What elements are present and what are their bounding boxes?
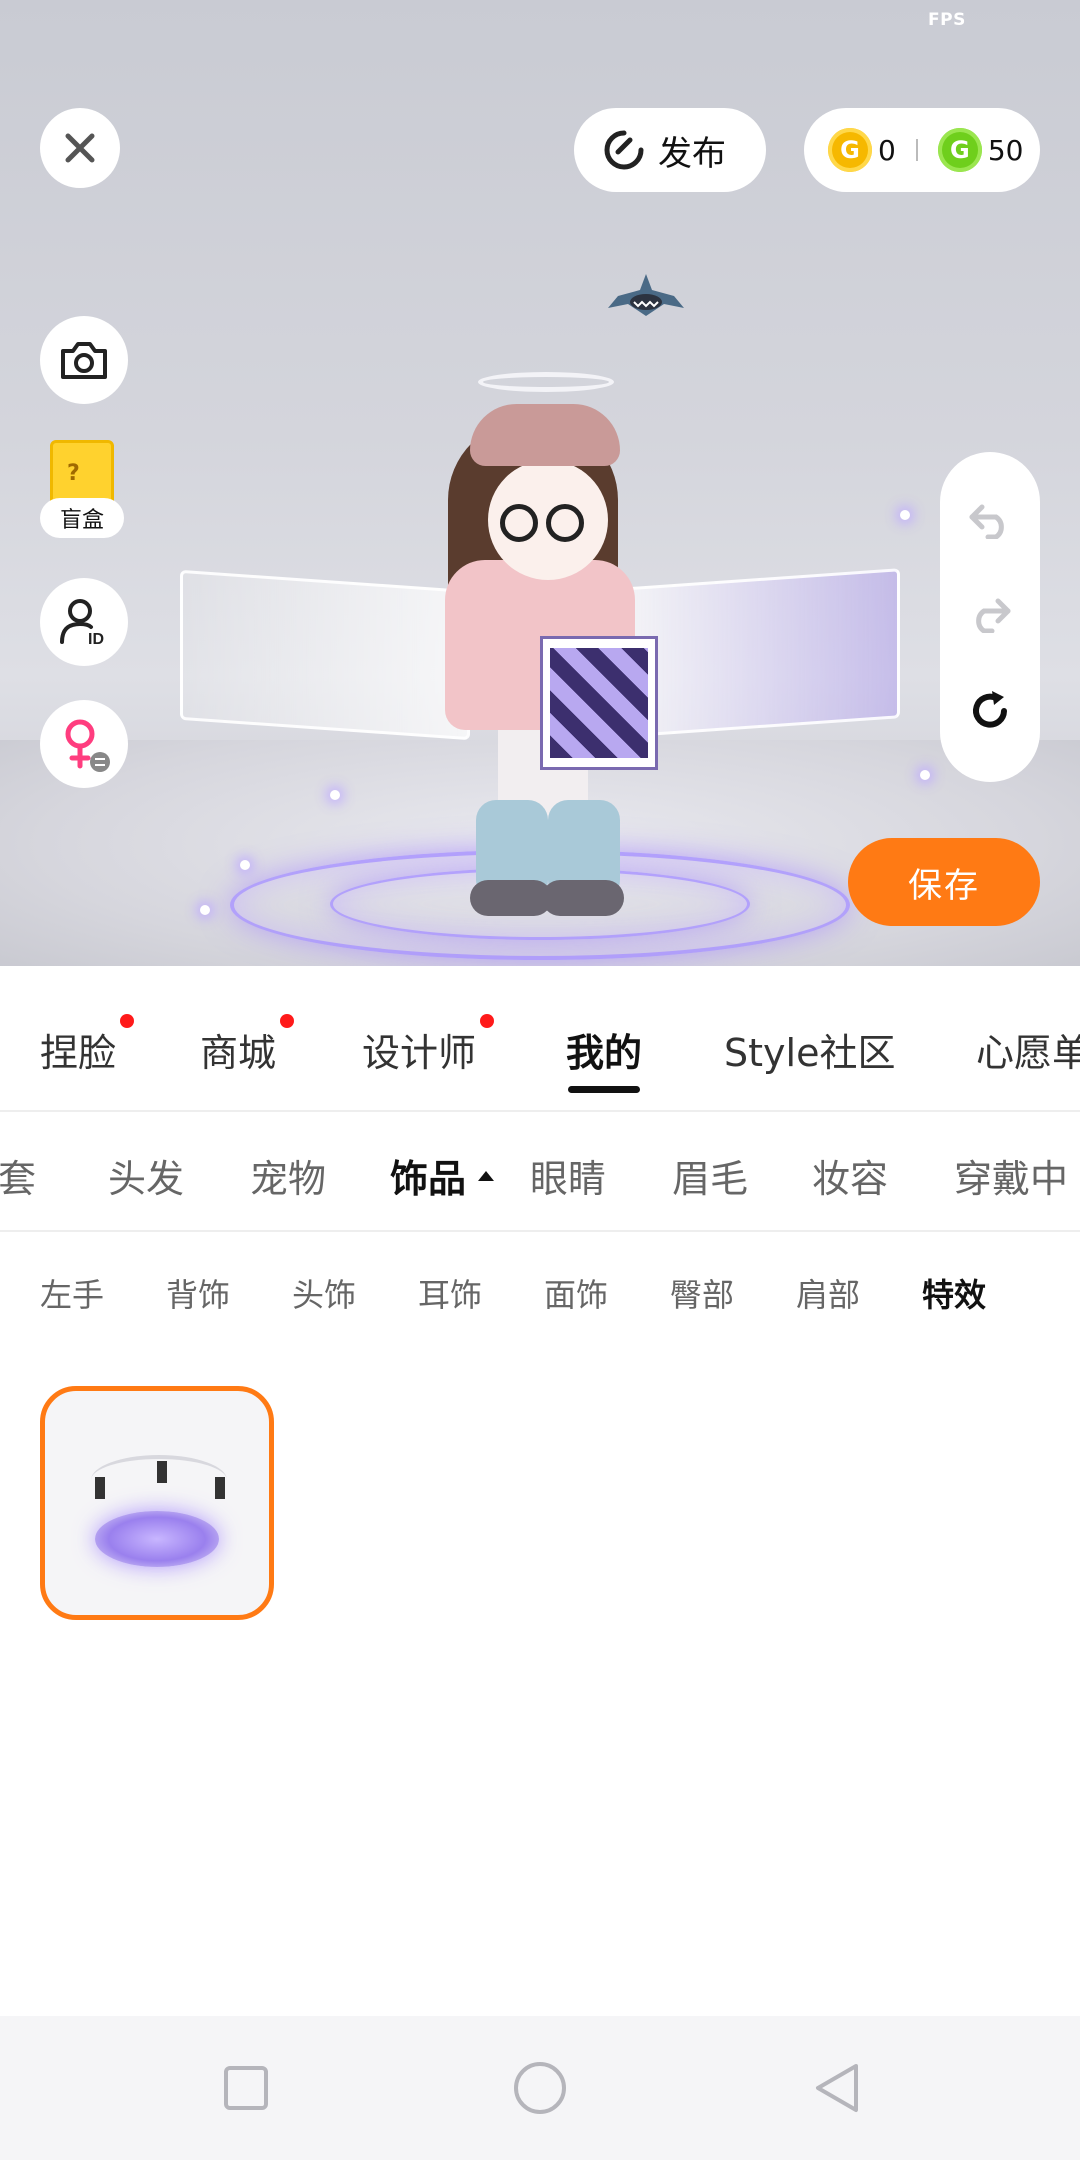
- subcategory-shoulder[interactable]: 肩部: [796, 1270, 860, 1316]
- notification-dot: [120, 1014, 135, 1028]
- subcategory-ear[interactable]: 耳饰: [418, 1270, 482, 1316]
- playing-card-pattern: [550, 648, 648, 758]
- avatar-beret: [470, 404, 620, 466]
- publish-icon: [604, 130, 644, 170]
- item-grid: [0, 1352, 1080, 2012]
- reset-icon[interactable]: [966, 687, 1014, 735]
- subcategory-hip[interactable]: 臀部: [670, 1270, 734, 1316]
- category-eyes[interactable]: 眼睛: [530, 1148, 606, 1203]
- svg-text:ID: ID: [88, 631, 104, 648]
- notification-dot: [480, 1014, 495, 1028]
- category-wearing[interactable]: 穿戴中: [954, 1148, 1068, 1203]
- currency-balance[interactable]: G 0 G 50: [804, 108, 1040, 192]
- system-nav-bar: [0, 2016, 1080, 2160]
- tab-face[interactable]: 捏脸: [40, 1014, 135, 1077]
- subcategory-left-hand[interactable]: 左手: [40, 1270, 104, 1316]
- close-button[interactable]: [40, 108, 120, 188]
- category-eyebrows[interactable]: 眉毛: [672, 1148, 748, 1203]
- sparkle: [330, 790, 340, 800]
- avatar-glasses-right: [546, 504, 584, 542]
- blindbox-label: 盲盒: [40, 498, 124, 538]
- publish-button[interactable]: 发布: [574, 108, 766, 192]
- redo-icon[interactable]: [966, 593, 1014, 633]
- item-thumbnail-glow: [95, 1511, 219, 1567]
- save-button[interactable]: 保存: [848, 838, 1040, 926]
- gender-switch-button[interactable]: [40, 700, 128, 788]
- left-wing-accessory: [180, 569, 470, 741]
- category-accessories[interactable]: 饰品: [390, 1148, 495, 1203]
- category-accessories-label: 饰品: [390, 1157, 467, 1201]
- category-hair[interactable]: 头发: [108, 1148, 184, 1203]
- item-thumbnail-post: [95, 1477, 105, 1499]
- camera-icon: [61, 342, 107, 379]
- sparkle: [200, 905, 210, 915]
- undo-icon[interactable]: [966, 499, 1014, 539]
- notification-dot: [280, 1014, 295, 1028]
- caret-up-icon: [478, 1170, 495, 1181]
- subcategory-effects[interactable]: 特效: [922, 1270, 986, 1316]
- user-id-icon: ID: [60, 599, 104, 648]
- tab-face-label: 捏脸: [40, 1031, 117, 1075]
- subcategory-face[interactable]: 面饰: [544, 1270, 608, 1316]
- recent-apps-icon[interactable]: [224, 2066, 268, 2110]
- category-bar: 手套 头发 宠物 饰品 眼睛 眉毛 妆容 穿戴中: [0, 1112, 1080, 1232]
- tab-mine-label: 我的: [566, 1031, 643, 1075]
- tab-style-community-label: Style社区: [724, 1031, 896, 1075]
- sparkle: [900, 510, 910, 520]
- home-icon[interactable]: [514, 2062, 566, 2114]
- tab-mine[interactable]: 我的: [566, 1022, 642, 1077]
- shark-pet-icon: [608, 274, 684, 316]
- item-thumbnail-post: [157, 1461, 167, 1483]
- tab-style-community[interactable]: Style社区: [724, 1022, 895, 1077]
- gold-coin-value: 0: [878, 133, 896, 167]
- green-coin-value: 50: [987, 133, 1024, 167]
- green-coin-icon: G: [937, 128, 982, 172]
- blindbox-icon: [50, 440, 114, 506]
- history-controls: [940, 452, 1040, 782]
- avatar-shoe-right: [542, 880, 624, 916]
- sparkle: [920, 770, 930, 780]
- main-tabs: 捏脸 商城 设计师 我的 Style社区 心愿单: [0, 966, 1080, 1112]
- subcategory-bar: 左手 背饰 头饰 耳饰 面饰 臀部 肩部 特效: [0, 1232, 1080, 1352]
- fps-label: FPS: [928, 10, 966, 30]
- active-tab-indicator: [568, 1086, 640, 1093]
- subcategory-back[interactable]: 背饰: [166, 1270, 230, 1316]
- tab-shop-label: 商城: [200, 1031, 277, 1075]
- sparkle: [240, 860, 250, 870]
- avatar-glasses-left: [500, 504, 538, 542]
- tab-wishlist[interactable]: 心愿单: [976, 1022, 1080, 1077]
- item-thumbnail-post: [215, 1477, 225, 1499]
- avatar-shoe-left: [470, 880, 552, 916]
- avatar-halo: [478, 372, 614, 392]
- camera-button[interactable]: [40, 316, 128, 404]
- category-pets[interactable]: 宠物: [250, 1148, 326, 1203]
- subcategory-head[interactable]: 头饰: [292, 1270, 356, 1316]
- back-icon[interactable]: [808, 2060, 864, 2116]
- tab-designer[interactable]: 设计师: [362, 1014, 495, 1077]
- category-makeup[interactable]: 妆容: [812, 1148, 888, 1203]
- gold-coin-icon: G: [828, 128, 872, 172]
- tab-shop[interactable]: 商城: [200, 1014, 295, 1077]
- right-wing-accessory: [620, 568, 900, 738]
- gender-switch-icon: [65, 719, 110, 772]
- item-magic-circle-effect[interactable]: [40, 1386, 274, 1620]
- tab-designer-label: 设计师: [362, 1031, 477, 1075]
- tab-wishlist-label: 心愿单: [976, 1031, 1080, 1075]
- blindbox-button[interactable]: 盲盒: [40, 440, 128, 544]
- publish-label: 发布: [658, 133, 726, 174]
- currency-divider: [915, 139, 918, 161]
- profile-id-button[interactable]: ID: [40, 578, 128, 666]
- category-gloves[interactable]: 手套: [0, 1148, 36, 1203]
- avatar-viewport[interactable]: FPS 发布 G 0 G 50 ? 盲盒 ID 保存: [0, 0, 1080, 966]
- close-icon: [65, 133, 95, 163]
